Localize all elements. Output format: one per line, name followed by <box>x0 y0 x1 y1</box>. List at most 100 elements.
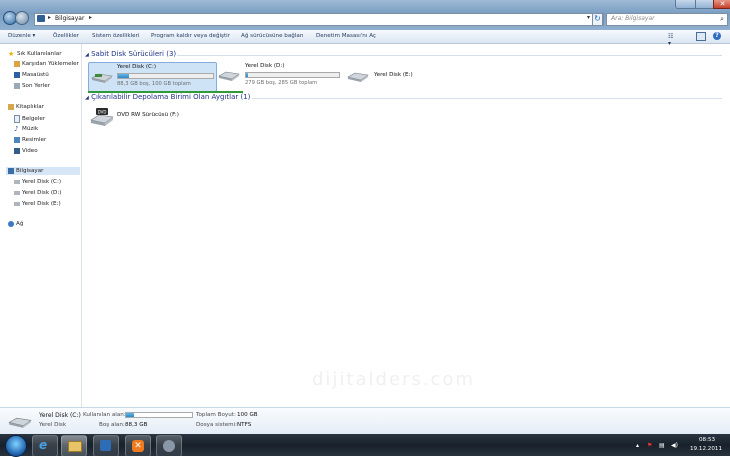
nav-desktop[interactable]: Masaüstü <box>14 72 49 78</box>
taskbar-ie-button[interactable]: e <box>32 435 58 457</box>
libraries-icon <box>8 104 14 110</box>
title-bar: ▸ Bilgisayar ▸ ▾ ↻ Ara: Bilgisayar ⌕ ✕ <box>0 0 730 30</box>
drive-icon <box>14 180 20 184</box>
nav-documents[interactable]: Belgeler <box>14 115 45 123</box>
network-tray-icon[interactable]: ▤ <box>659 442 665 449</box>
taskbar-explorer-button[interactable] <box>61 435 87 457</box>
computer-icon <box>37 15 45 22</box>
drive-e-name: Yerel Disk (E:) <box>374 72 413 78</box>
nav-network[interactable]: Ağ <box>8 221 23 227</box>
folder-icon <box>68 441 82 452</box>
taskbar-media-player-button[interactable] <box>93 435 119 457</box>
details-pane: Yerel Disk (C:) Yerel Disk Kullanılan al… <box>0 407 730 435</box>
close-button[interactable]: ✕ <box>713 0 730 9</box>
minimize-button[interactable] <box>675 0 697 9</box>
search-input[interactable]: Ara: Bilgisayar ⌕ <box>606 13 728 26</box>
nav-video[interactable]: Video <box>14 148 38 154</box>
properties-button[interactable]: Özellikler <box>53 33 79 39</box>
details-name: Yerel Disk (C:) <box>39 412 81 419</box>
drive-c-info: 88,3 GB boş, 100 GB toplam <box>117 81 191 87</box>
hard-disk-icon <box>8 417 32 428</box>
taskbar-xampp-button[interactable]: ✕ <box>125 435 151 457</box>
volume-icon[interactable]: ◀) <box>671 442 678 449</box>
organize-button[interactable]: Düzenle ▾ <box>8 33 35 39</box>
downloads-icon <box>14 61 20 67</box>
nav-label: Sık Kullanılanlar <box>17 51 62 57</box>
nav-drive-d[interactable]: Yerel Disk (D:) <box>14 190 61 196</box>
nav-downloads[interactable]: Karşıdan Yüklemeler <box>14 61 79 67</box>
nav-label: Resimler <box>22 137 47 143</box>
taskbar-app-button[interactable] <box>156 435 182 457</box>
nav-label: Yerel Disk (D:) <box>22 190 62 196</box>
collapse-arrow-icon[interactable]: ◢ <box>85 52 89 58</box>
hard-disk-icon <box>91 73 113 83</box>
documents-icon <box>14 115 20 123</box>
drive-d-tile[interactable]: Yerel Disk (D:) 279 GB boş, 285 GB topla… <box>217 62 341 90</box>
view-options-icon[interactable]: ☷ ▾ <box>668 33 678 47</box>
address-dropdown-icon[interactable]: ▾ <box>587 14 590 21</box>
drive-f-name: DVD RW Sürücüsü (F:) <box>117 112 179 118</box>
content-area: ◢ Sabit Disk Sürücüleri (3) Yerel Disk (… <box>82 44 730 407</box>
address-bar[interactable]: ▸ Bilgisayar ▸ ▾ <box>34 13 604 26</box>
maximize-button[interactable] <box>695 0 715 9</box>
nav-music[interactable]: ♪ Müzik <box>14 125 39 133</box>
nav-label: Son Yerler <box>22 83 51 89</box>
drive-d-usage-fill <box>246 73 248 77</box>
nav-label: Karşıdan Yüklemeler <box>22 61 79 67</box>
details-usage-fill <box>126 413 134 417</box>
details-usage-bar <box>125 412 193 418</box>
drive-icon <box>14 191 20 195</box>
breadcrumb-chevron-icon[interactable]: ▸ <box>89 14 92 21</box>
music-icon: ♪ <box>14 125 19 133</box>
drive-f-tile[interactable]: DVD DVD RW Sürücüsü (F:) <box>88 104 198 130</box>
pictures-icon <box>14 137 20 143</box>
group-divider <box>177 55 722 56</box>
nav-recent[interactable]: Son Yerler <box>14 83 50 89</box>
group-hdd-header[interactable]: ◢ Sabit Disk Sürücüleri (3) <box>85 50 176 58</box>
dvd-drive-icon: DVD <box>90 108 114 126</box>
xampp-icon: ✕ <box>132 440 144 452</box>
drive-d-name: Yerel Disk (D:) <box>245 63 285 69</box>
taskbar: e ✕ ▴ ⚑ ▤ ◀) 08:53 19.12.2011 <box>0 434 730 457</box>
drive-e-tile[interactable]: Yerel Disk (E:) <box>346 62 456 90</box>
nav-drive-c[interactable]: Yerel Disk (C:) <box>14 179 61 185</box>
preview-pane-icon[interactable] <box>696 32 706 41</box>
help-icon[interactable]: ? <box>713 32 721 40</box>
drive-icon <box>14 202 20 206</box>
nav-label: Yerel Disk (E:) <box>22 201 61 207</box>
search-icon[interactable]: ⌕ <box>720 15 724 24</box>
computer-icon <box>8 168 14 174</box>
drive-c-tile[interactable]: Yerel Disk (C:) 88,3 GB boş, 100 GB topl… <box>88 62 217 92</box>
watermark: dijitalders.com <box>312 369 475 390</box>
uninstall-program-button[interactable]: Program kaldır veya değiştir <box>151 33 230 39</box>
hard-disk-icon <box>218 71 240 81</box>
nav-computer[interactable]: Bilgisayar <box>6 167 80 175</box>
nav-pictures[interactable]: Resimler <box>14 137 46 143</box>
nav-label: Kitaplıklar <box>16 104 45 110</box>
refresh-button[interactable]: ↻ <box>592 13 603 26</box>
breadcrumb-chevron-icon[interactable]: ▸ <box>48 14 51 21</box>
details-used-label: Kullanılan alan: <box>83 412 126 418</box>
collapse-arrow-icon[interactable]: ◢ <box>85 95 89 101</box>
clock-time[interactable]: 08:53 <box>699 437 715 443</box>
open-control-panel-button[interactable]: Denetim Masası'nı Aç <box>316 33 376 39</box>
nav-favorites[interactable]: ★ Sık Kullanılanlar <box>8 51 62 58</box>
nav-libraries[interactable]: Kitaplıklar <box>8 104 44 110</box>
tray-expand-icon[interactable]: ▴ <box>636 442 639 449</box>
system-properties-button[interactable]: Sistem özellikleri <box>92 33 139 39</box>
forward-button[interactable] <box>15 11 29 25</box>
nav-label: Masaüstü <box>22 72 49 78</box>
action-center-icon[interactable]: ⚑ <box>647 442 652 449</box>
svg-text:DVD: DVD <box>98 110 107 115</box>
details-free-label: Boş alan: <box>99 422 125 428</box>
clock-date[interactable]: 19.12.2011 <box>690 446 722 452</box>
details-free-value: 88,3 GB <box>125 422 148 428</box>
breadcrumb-location[interactable]: Bilgisayar <box>55 15 84 22</box>
map-network-drive-button[interactable]: Ağ sürücüsüne bağlan <box>241 33 303 39</box>
group-removable-header[interactable]: ◢ Çıkarılabilir Depolama Birimi Olan Ayg… <box>85 93 250 101</box>
nav-label: Müzik <box>22 126 39 132</box>
group-hdd-label: Sabit Disk Sürücüleri (3) <box>91 50 177 58</box>
start-button[interactable] <box>5 435 27 457</box>
group-removable-label: Çıkarılabilir Depolama Birimi Olan Aygıt… <box>91 93 251 101</box>
nav-drive-e[interactable]: Yerel Disk (E:) <box>14 201 61 207</box>
